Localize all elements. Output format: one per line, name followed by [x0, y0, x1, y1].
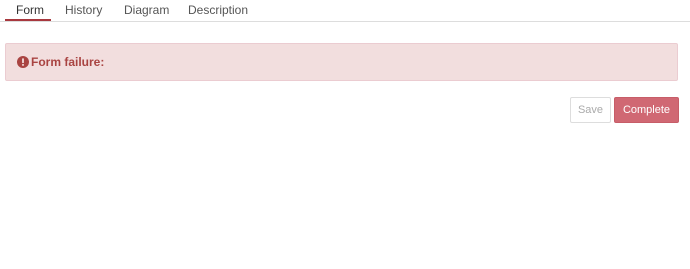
tab-bar: Form History Diagram Description — [0, 0, 690, 22]
tab-description[interactable]: Description — [188, 2, 248, 18]
alert-message: Form failure: — [31, 55, 105, 69]
form-failure-alert: Form failure: — [5, 43, 678, 81]
save-button[interactable]: Save — [570, 97, 611, 123]
tab-diagram[interactable]: Diagram — [124, 2, 169, 18]
complete-button[interactable]: Complete — [614, 97, 679, 123]
tab-form[interactable]: Form — [16, 2, 44, 18]
active-tab-indicator — [5, 19, 51, 21]
exclamation-circle-icon — [17, 56, 29, 68]
tab-history[interactable]: History — [65, 2, 102, 18]
